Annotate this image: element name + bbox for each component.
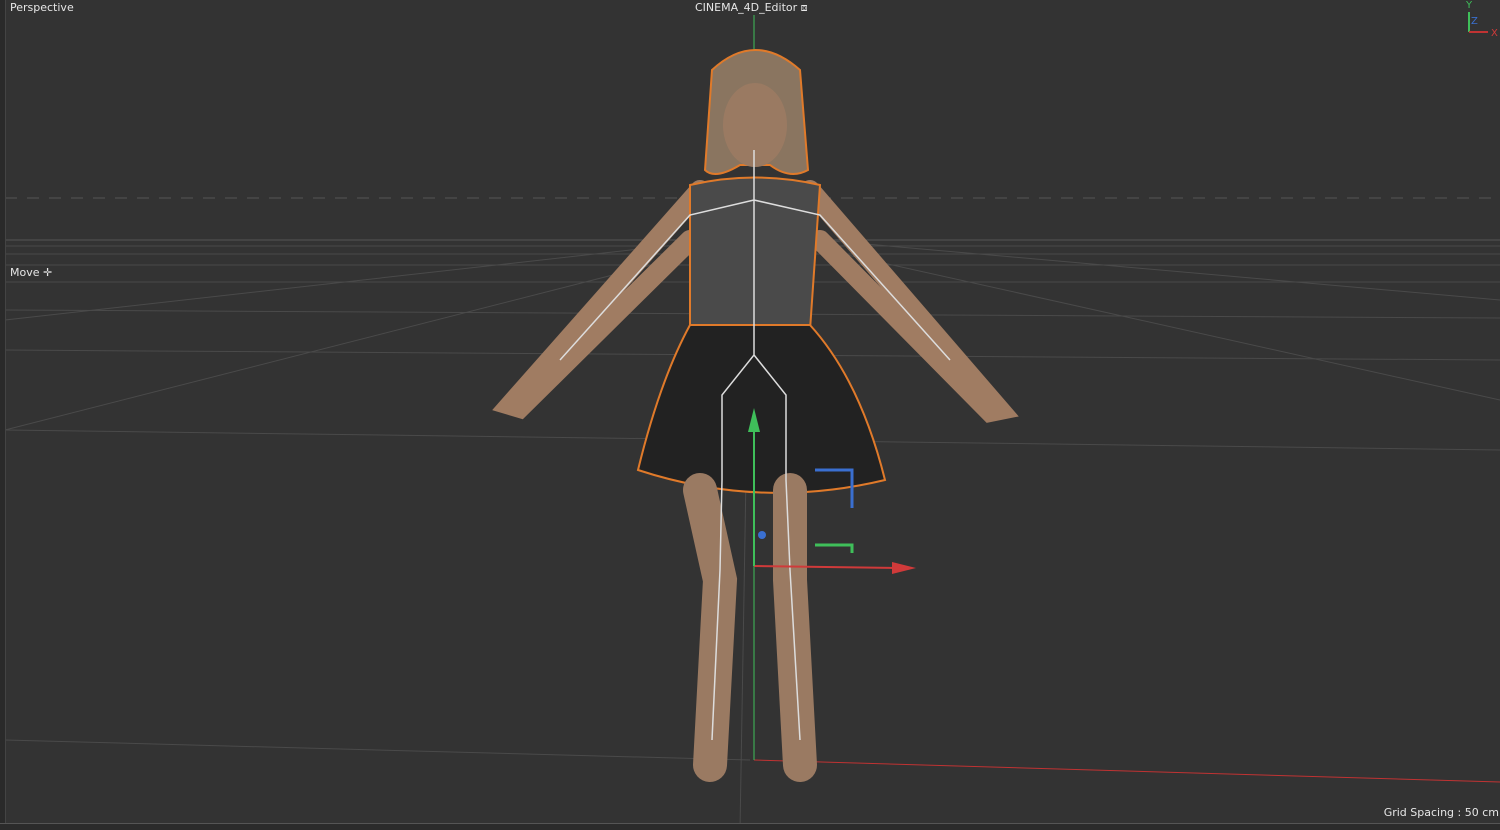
move-icon: ✛ [43,266,53,279]
character-model[interactable] [492,49,1019,782]
tool-label: Move ✛ [10,266,52,279]
viewport-scene[interactable] [0,0,1500,830]
grid-spacing-label: Grid Spacing : 50 cm [1383,806,1499,819]
x-axis-line [753,759,1500,783]
z-handle [758,531,766,539]
skirt [636,324,887,494]
axis-z-label: Z [1471,16,1478,27]
axis-x-label: X [1491,28,1498,39]
camera-menu[interactable]: Perspective [10,1,74,14]
viewport-left-border [0,0,6,830]
3d-viewport[interactable]: Perspective CINEMA_4D_Editor ⧈ Move ✛ Gr… [0,0,1500,830]
head [723,83,787,167]
axis-y-label: Y [1466,0,1473,11]
tool-name: Move [10,266,40,279]
x-arrow-head [892,562,916,574]
camera-icon: ⧈ [800,1,808,14]
viewport-title-text: CINEMA_4D_Editor [695,1,798,14]
viewport-bottom-border [0,823,1500,830]
legs [683,473,817,782]
viewport-title: CINEMA_4D_Editor ⧈ [695,1,808,15]
